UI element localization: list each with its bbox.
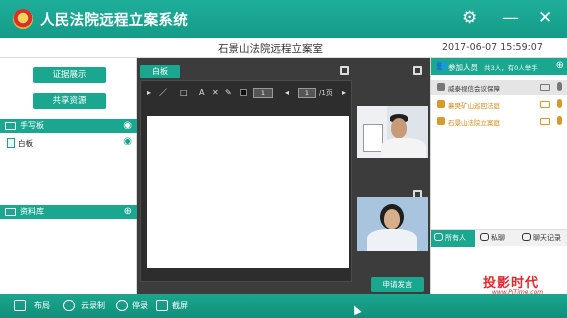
- record-icon: [116, 300, 128, 311]
- page-number-input[interactable]: 1: [298, 88, 316, 98]
- screenshot-button[interactable]: 截屏: [156, 294, 196, 318]
- tab-all-label: 所有人: [445, 234, 466, 242]
- history-icon: [522, 233, 531, 241]
- microphone-icon[interactable]: [557, 99, 562, 108]
- app-title: 人民法院远程立案系统: [40, 13, 188, 29]
- room-icon: [437, 83, 445, 91]
- title-bar: 人民法院远程立案系统 ⚙ — ✕: [0, 0, 567, 38]
- datetime-display: 2017-06-07 15:59:07: [442, 42, 543, 53]
- cloud-record-label: 云录制: [81, 301, 105, 310]
- camera-icon[interactable]: [540, 101, 550, 108]
- add-icon[interactable]: ⊕: [124, 206, 132, 218]
- cloud-icon: [63, 300, 75, 311]
- video-feed-2[interactable]: [357, 197, 428, 251]
- screenshot-label: 截屏: [172, 301, 188, 310]
- folder-icon: [5, 208, 16, 216]
- stop-record-label: 停录: [132, 301, 148, 310]
- person-torso: [367, 229, 417, 251]
- minimize-icon[interactable]: —: [502, 8, 519, 28]
- camera-icon[interactable]: [540, 84, 550, 91]
- settings-gear-icon[interactable]: ⚙: [462, 8, 477, 28]
- bottom-toolbar: 布局 云录制 停录 截屏: [0, 294, 567, 318]
- whiteboard-area: ▸ ／ □ A ✕ ✎ 1 ◂ 1 /1页 ▸: [140, 80, 352, 282]
- participants-summary: 共3人，有0人举手: [484, 64, 538, 72]
- tab-chat-history[interactable]: 聊天记录: [519, 230, 567, 247]
- handwriting-label: 手写板: [20, 121, 44, 130]
- whiteboard-item-label: 白板: [18, 139, 33, 148]
- cloud-record-button[interactable]: 云录制: [63, 294, 113, 318]
- library-label: 资料库: [20, 207, 44, 216]
- private-chat-icon: [480, 233, 489, 241]
- pen-tool-icon[interactable]: ／: [159, 87, 167, 99]
- expand-icon[interactable]: [340, 66, 349, 75]
- participant-row[interactable]: 石景山法院立案庭: [431, 114, 567, 129]
- color-swatch[interactable]: [240, 89, 247, 96]
- list-item-whiteboard[interactable]: 白板 ◉: [0, 136, 137, 150]
- request-speak-button[interactable]: 申请发言: [371, 277, 424, 292]
- tab-private[interactable]: 私聊: [477, 230, 517, 247]
- person-torso: [381, 138, 426, 158]
- whiteboard-toolbar: ▸ ／ □ A ✕ ✎ 1 ◂ 1 /1页 ▸: [141, 86, 353, 100]
- pointer-tool-icon[interactable]: ▸: [147, 87, 151, 99]
- participant-row[interactable]: 襄樊矿山巡回法庭: [431, 97, 567, 112]
- page-total: /1页: [319, 89, 333, 97]
- person-head: [391, 118, 407, 138]
- crop-icon: [156, 300, 168, 311]
- participant-name: 石景山法院立案庭: [448, 119, 500, 127]
- participants-title: 参加人员: [448, 63, 478, 72]
- expand-video-icon[interactable]: [413, 66, 422, 75]
- eraser-tool-icon[interactable]: ✎: [225, 87, 232, 99]
- shape-tool-icon[interactable]: □: [180, 87, 188, 99]
- tab-whiteboard[interactable]: 白板: [140, 65, 180, 78]
- camera-icon[interactable]: [540, 118, 550, 125]
- layout-icon: [14, 300, 26, 311]
- person-head: [384, 209, 400, 229]
- whiteboard-canvas[interactable]: [147, 116, 349, 268]
- chat-tabs: 所有人 私聊 聊天记录: [431, 229, 567, 247]
- document-held: [363, 124, 383, 152]
- room-icon: [437, 117, 445, 125]
- eye-icon[interactable]: ◉: [123, 120, 132, 132]
- chat-icon: [434, 233, 443, 241]
- participant-name: 威泰视信会议保障: [448, 85, 500, 93]
- delete-tool-icon[interactable]: ✕: [212, 87, 219, 99]
- microphone-icon[interactable]: [557, 82, 562, 91]
- layout-button[interactable]: 布局: [14, 294, 54, 318]
- microphone-icon[interactable]: [557, 116, 562, 125]
- court-emblem-icon: [13, 9, 33, 29]
- tab-private-label: 私聊: [491, 234, 505, 242]
- tab-history-label: 聊天记录: [533, 234, 561, 242]
- people-icon: 👥: [436, 61, 448, 71]
- participants-header: 👥 参加人员 共3人，有0人举手 ⊕: [431, 58, 567, 75]
- eye-icon[interactable]: ◉: [123, 136, 132, 147]
- handwriting-section[interactable]: 手写板 ◉: [0, 119, 137, 133]
- center-panel: 白板 ▸ ／ □ A ✕ ✎ 1 ◂ 1 /1页 ▸ 申请发言: [137, 58, 430, 294]
- text-tool-icon[interactable]: A: [199, 87, 204, 99]
- participant-name: 襄樊矿山巡回法庭: [448, 102, 500, 110]
- tab-all[interactable]: 所有人: [431, 230, 475, 247]
- stop-record-button[interactable]: 停录: [116, 294, 150, 318]
- library-section[interactable]: 资料库 ⊕: [0, 205, 137, 219]
- share-resource-button[interactable]: 共享资源: [33, 93, 106, 109]
- close-icon[interactable]: ✕: [538, 8, 552, 28]
- folder-icon: [5, 122, 16, 130]
- watermark-url: www.PjTime.com: [492, 289, 544, 296]
- left-panel: 证据展示 共享资源 手写板 ◉ 白板 ◉ 资料库 ⊕: [0, 58, 137, 294]
- document-icon: [7, 138, 15, 148]
- participant-row[interactable]: 威泰视信会议保障: [431, 80, 567, 95]
- next-page-icon[interactable]: ▸: [342, 87, 346, 99]
- video-feed-1[interactable]: [357, 106, 428, 158]
- layout-label: 布局: [34, 301, 50, 310]
- participants-panel: 👥 参加人员 共3人，有0人举手 ⊕ 威泰视信会议保障 襄樊矿山巡回法庭 石景山…: [430, 58, 567, 294]
- add-participant-icon[interactable]: ⊕: [556, 60, 564, 71]
- zoom-select[interactable]: 1: [253, 88, 273, 98]
- room-icon: [437, 100, 445, 108]
- room-title: 石景山法院远程立案室: [218, 43, 323, 55]
- prev-page-icon[interactable]: ◂: [285, 87, 289, 99]
- evidence-display-button[interactable]: 证据展示: [33, 67, 106, 83]
- room-header: 石景山法院远程立案室 2017-06-07 15:59:07: [0, 38, 567, 58]
